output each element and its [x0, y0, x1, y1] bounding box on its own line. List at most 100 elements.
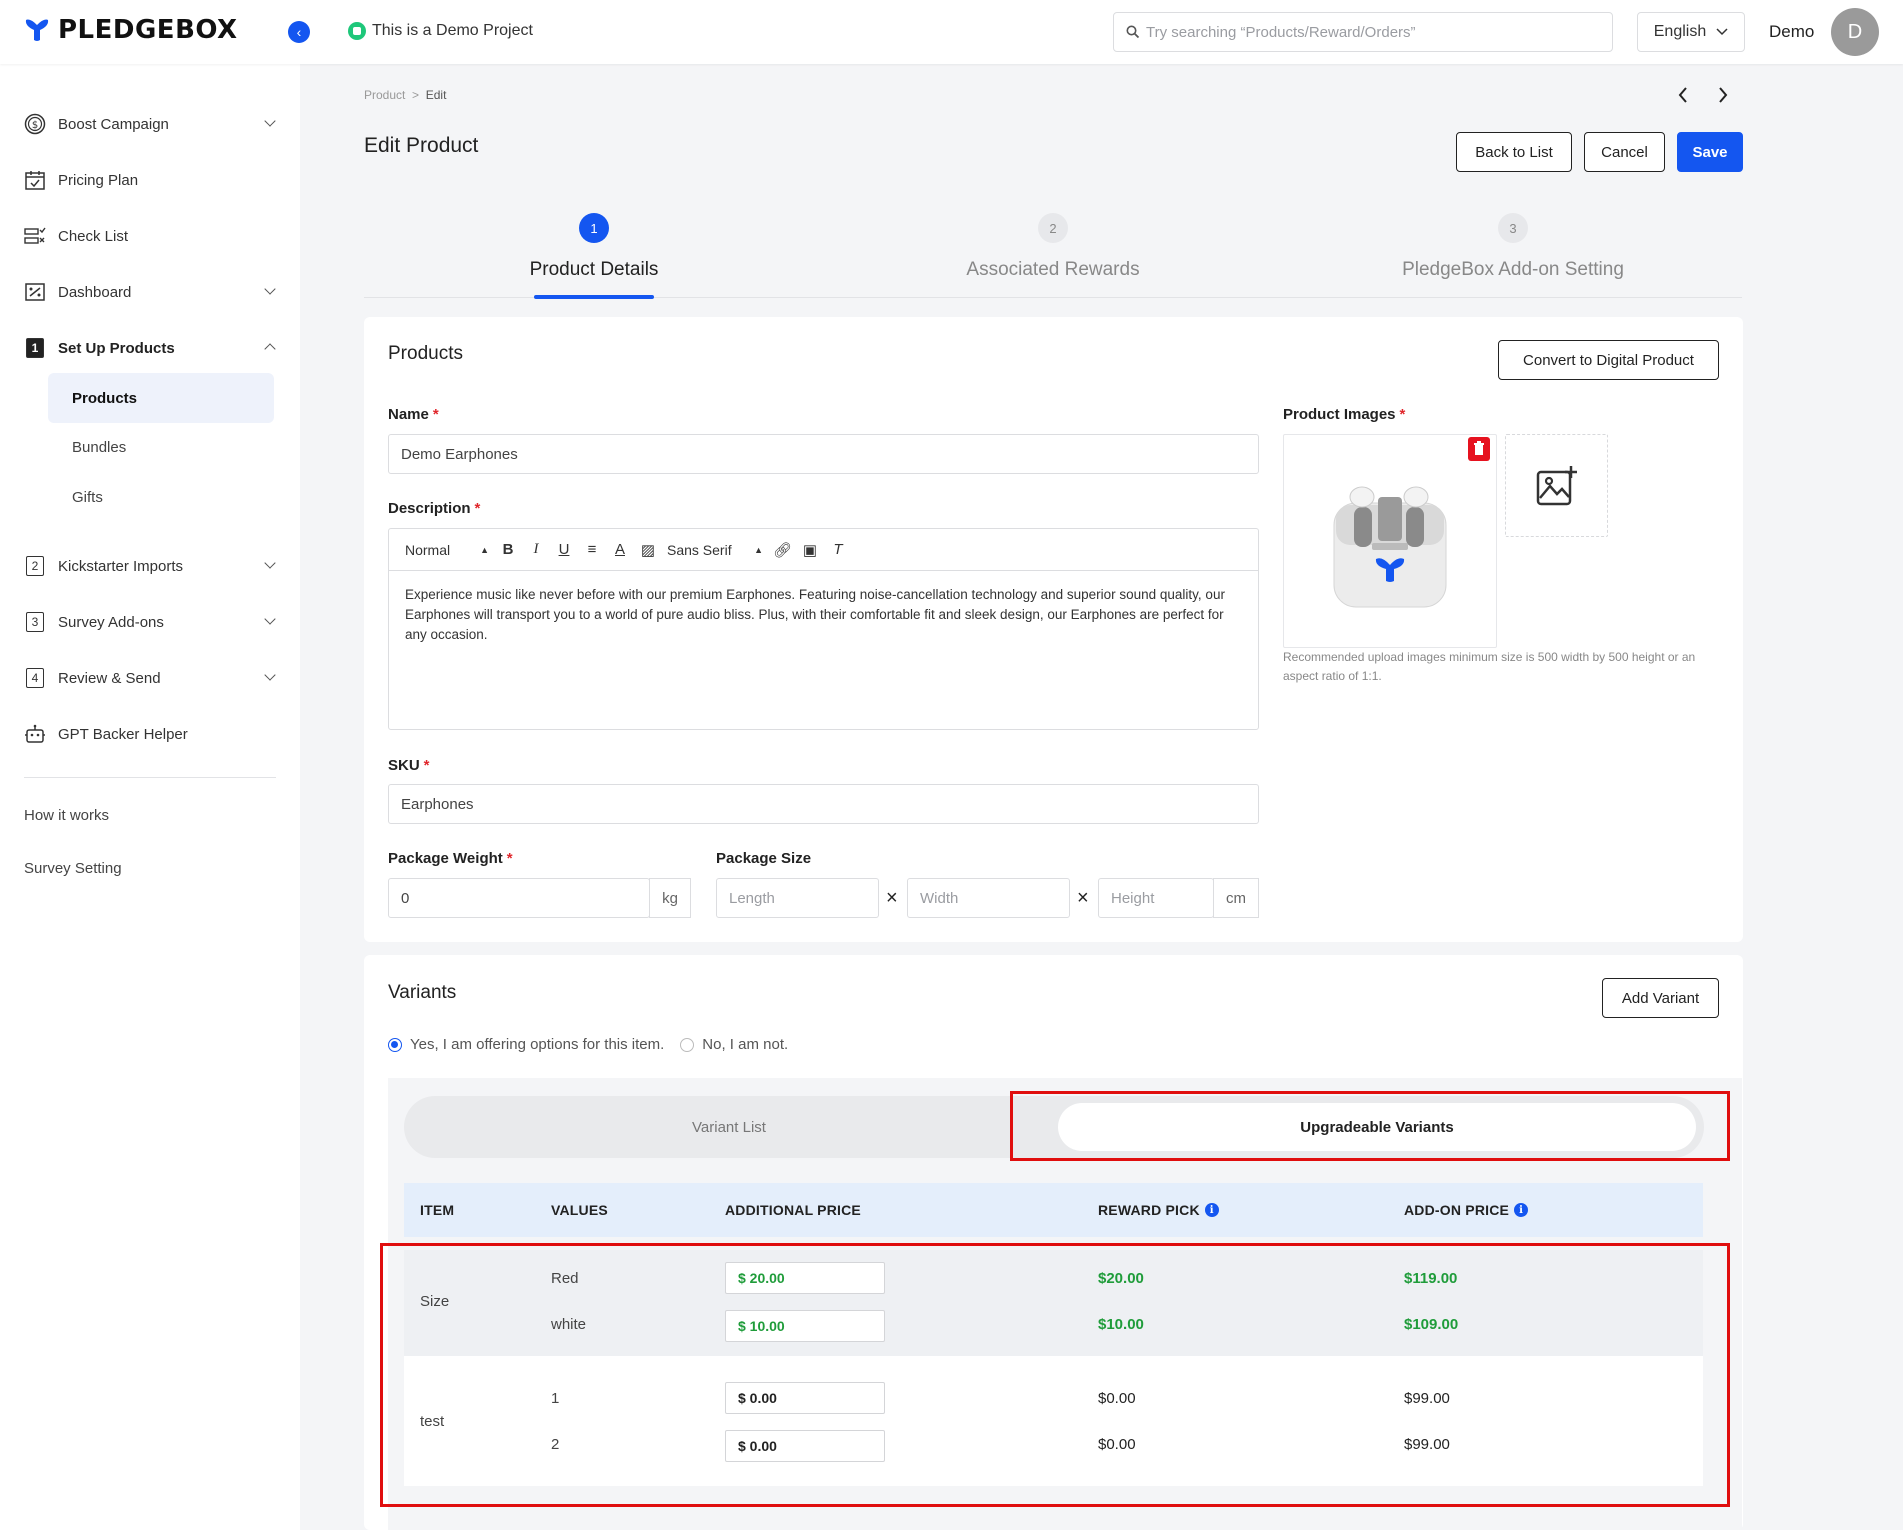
name-label: Name * [388, 406, 439, 423]
previous-item-icon[interactable] [1677, 86, 1689, 109]
sidebar-item-check-list[interactable]: Check List [24, 221, 274, 251]
cancel-button[interactable]: Cancel [1584, 132, 1665, 172]
required-mark: * [506, 850, 513, 867]
radio-yes-label[interactable]: Yes, I am offering options for this item… [410, 1036, 664, 1053]
sidebar-subitem-gifts[interactable]: Gifts [48, 472, 274, 522]
description-text[interactable]: Experience music like never before with … [389, 571, 1258, 659]
width-field[interactable] [907, 878, 1070, 918]
product-image-thumbnail[interactable] [1283, 434, 1497, 648]
format-select[interactable]: Normal ▲ [405, 542, 489, 558]
description-editor: Normal ▲ B I U ≡ A ▨ Sans Serif ▲ 🔗︎ ▣ T E… [388, 528, 1259, 730]
column-header-values: VALUES [551, 1202, 608, 1218]
chevron-down-icon [1716, 28, 1728, 36]
user-name[interactable]: Demo [1769, 22, 1814, 42]
step-label: Associated Rewards [966, 259, 1140, 280]
search-icon [1126, 25, 1140, 39]
package-weight-field[interactable] [388, 878, 650, 918]
add-variant-button[interactable]: Add Variant [1602, 978, 1719, 1018]
save-button[interactable]: Save [1677, 132, 1743, 172]
search-box[interactable] [1113, 12, 1613, 52]
variants-table-header: ITEM VALUES ADDITIONAL PRICE REWARD PICK… [404, 1183, 1703, 1237]
highlight-box-tab [1010, 1091, 1730, 1161]
breadcrumb-root[interactable]: Product [364, 88, 405, 102]
step-label: Product Details [529, 259, 659, 280]
image-icon[interactable]: ▣ [801, 541, 819, 559]
logo[interactable]: PLEDGEBOX [24, 15, 238, 45]
delete-image-icon[interactable] [1468, 437, 1490, 461]
robot-icon [24, 723, 46, 745]
link-icon[interactable]: 🔗︎ [773, 541, 792, 559]
step-label: PledgeBox Add-on Setting [1402, 259, 1624, 280]
bold-icon[interactable]: B [499, 541, 517, 558]
sidebar-divider [24, 777, 276, 778]
next-item-icon[interactable] [1717, 86, 1729, 109]
variants-section-title: Variants [388, 982, 457, 1003]
sidebar-item-review-send[interactable]: 4 Review & Send [24, 663, 276, 693]
clear-format-icon[interactable]: T [829, 541, 847, 558]
radio-yes[interactable] [388, 1037, 402, 1052]
column-header-reward-pick-text: REWARD PICK [1098, 1202, 1200, 1218]
back-to-list-button[interactable]: Back to List [1456, 132, 1572, 172]
sidebar-item-kickstarter-imports[interactable]: 2 Kickstarter Imports [24, 551, 276, 581]
column-header-reward-pick: REWARD PICK i [1098, 1183, 1219, 1237]
demo-project-badge: This is a Demo Project [348, 22, 533, 40]
info-icon[interactable]: i [1514, 1203, 1529, 1217]
sku-field[interactable] [388, 784, 1259, 824]
sidebar-subitem-bundles[interactable]: Bundles [48, 422, 274, 472]
times-icon: × [886, 887, 898, 909]
chevron-up-icon [264, 343, 276, 355]
sidebar-item-label: Pricing Plan [58, 171, 139, 189]
survey-setting-link[interactable]: Survey Setting [24, 860, 122, 877]
dollar-circle-icon: $ [24, 113, 46, 135]
search-input[interactable] [1146, 23, 1586, 41]
step-number-icon: 2 [26, 556, 44, 576]
sidebar-subitem-products[interactable]: Products [48, 373, 274, 423]
radio-no-label[interactable]: No, I am not. [702, 1036, 788, 1053]
calendar-check-icon [24, 169, 46, 191]
text-color-icon[interactable]: A [611, 541, 629, 558]
avatar[interactable]: D [1831, 8, 1879, 56]
chevron-down-icon [264, 669, 276, 681]
sidebar-item-label: Survey Add-ons [58, 613, 164, 631]
chevron-down-icon [264, 613, 276, 625]
step-associated-rewards[interactable]: 2 Associated Rewards [853, 213, 1253, 281]
step-number: 2 [1038, 213, 1068, 243]
radio-no[interactable] [680, 1037, 695, 1052]
info-icon[interactable]: i [1204, 1203, 1219, 1217]
language-select[interactable]: English [1637, 12, 1745, 52]
sidebar-item-boost-campaign[interactable]: $ Boost Campaign [24, 109, 276, 139]
tab-variant-list[interactable]: Variant List [404, 1096, 1054, 1158]
convert-to-digital-product-button[interactable]: Convert to Digital Product [1498, 340, 1719, 380]
column-header-additional-price: ADDITIONAL PRICE [725, 1202, 861, 1218]
image-upload-hint: Recommended upload images minimum size i… [1283, 650, 1696, 683]
column-header-add-on-price: ADD-ON PRICE i [1404, 1183, 1529, 1237]
italic-icon[interactable]: I [527, 541, 545, 558]
sidebar-item-set-up-products[interactable]: 1 Set Up Products [24, 333, 276, 363]
step-product-details[interactable]: 1 Product Details [394, 213, 794, 281]
sidebar-item-gpt-backer-helper[interactable]: GPT Backer Helper [24, 719, 274, 749]
package-weight-label: Package Weight * [388, 850, 513, 867]
chevron-down-icon [264, 557, 276, 569]
length-field[interactable] [716, 878, 879, 918]
how-it-works-link[interactable]: How it works [24, 807, 109, 824]
underline-icon[interactable]: U [555, 541, 573, 558]
chevron-down-icon [264, 115, 276, 127]
background-color-icon[interactable]: ▨ [639, 541, 657, 559]
step-pledgebox-add-on-setting[interactable]: 3 PledgeBox Add-on Setting [1313, 213, 1713, 281]
add-image-button[interactable] [1505, 434, 1608, 537]
align-icon[interactable]: ≡ [583, 541, 601, 558]
select-arrows-icon: ▲ [480, 544, 489, 555]
name-field[interactable] [388, 434, 1259, 474]
step-number: 1 [579, 213, 609, 243]
required-mark: * [1399, 406, 1406, 423]
sidebar-item-pricing-plan[interactable]: Pricing Plan [24, 165, 274, 195]
size-unit: cm [1213, 878, 1259, 918]
editor-toolbar: Normal ▲ B I U ≡ A ▨ Sans Serif ▲ 🔗︎ ▣ T [389, 529, 1258, 571]
height-field[interactable] [1098, 878, 1214, 918]
sidebar-item-dashboard[interactable]: Dashboard [24, 277, 276, 307]
package-size-label: Package Size [716, 850, 812, 867]
sidebar-item-survey-add-ons[interactable]: 3 Survey Add-ons [24, 607, 276, 637]
collapse-sidebar-icon[interactable]: ‹ [288, 21, 310, 43]
column-header-item: ITEM [420, 1202, 455, 1218]
font-select[interactable]: Sans Serif ▲ [667, 542, 763, 558]
